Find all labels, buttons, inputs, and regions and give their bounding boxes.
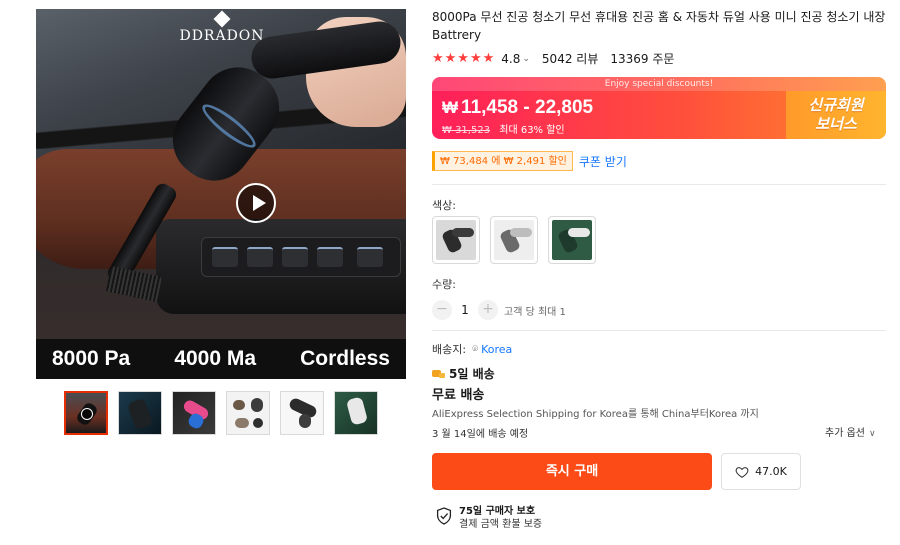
product-title: 8000Pa 무선 진공 청소기 무선 휴대용 진공 홈 & 자동차 듀얼 사용… [432,10,886,42]
discount-caption: Enjoy special discounts! [432,77,886,91]
main-product-image[interactable]: DDRADON 8000 Pa 4000 Ma Cordless [36,9,406,379]
play-video-button[interactable] [236,183,276,223]
review-count[interactable]: 5042 리뷰 [542,50,598,67]
currency-symbol: ₩ [442,98,459,117]
quantity-decrease-button[interactable]: − [432,300,452,320]
buyer-protection: 75일 구매자 보호 결제 금액 환불 보증 [436,505,542,531]
price-range: ₩11,458 - 22,805 [442,97,594,118]
location-pin-icon: ⌾ [472,343,479,355]
protection-subtitle: 결제 금액 환불 보증 [459,519,543,530]
quantity-stepper: − 1 + 고객 당 최대 1 [432,300,566,320]
get-coupon-link[interactable]: 쿠폰 받기 [579,153,627,170]
rating-value: 4.8 [501,51,521,66]
brand-logo-icon [213,10,231,28]
star-rating-icon: ★★★★★ [432,51,496,66]
delivery-truck-icon [432,368,446,380]
thumbnail-strip [64,391,378,435]
rating-row: ★★★★★ 4.8 ⌄ 5042 리뷰 13369 주문 [432,50,674,67]
color-label: 색상: [432,199,456,212]
chevron-down-icon: ∨ [868,429,876,439]
chevron-down-icon[interactable]: ⌄ [522,54,530,64]
thumbnail-dark-vacuum[interactable] [118,391,162,435]
color-option-dark-grey[interactable] [432,216,480,264]
wishlist-button[interactable]: 47.0K [721,453,801,490]
original-price: ₩ 31,523 [442,125,491,136]
ship-to: 배송지: ⌾ Korea [432,341,512,357]
color-option-green[interactable] [548,216,596,264]
delivery-date: 3 월 14일에 배송 예정 [432,429,529,440]
brush-attachment [105,265,163,303]
ship-to-country[interactable]: Korea [481,343,512,356]
spec-suction: 8000 Pa [52,347,131,370]
brand-logo: DDRADON [174,10,270,44]
spec-cordless: Cordless [300,347,390,370]
thumbnail-pink-vacuum[interactable] [172,391,216,435]
wishlist-count: 47.0K [755,465,787,478]
original-price-row: ₩ 31,523 최대 63% 할인 [442,121,565,136]
spec-battery: 4000 Ma [174,347,257,370]
delivery-time: 5일 배송 [432,365,495,382]
quantity-label: 수량: [432,278,456,291]
order-count: 13369 주문 [610,52,675,66]
price-banner: Enjoy special discounts! ₩11,458 - 22,80… [432,77,886,139]
ship-to-label: 배송지: [432,343,467,356]
divider [432,330,886,331]
shield-check-icon [436,507,452,525]
color-swatches [432,216,596,264]
window-switches [201,237,401,277]
coupon-badge: ₩ 73,484 에 ₩ 2,491 할인 [432,151,573,171]
shipping-description: AliExpress Selection Shipping for Korea를… [432,409,759,420]
thumbnail-white-vacuum[interactable] [280,391,324,435]
thumbnail-play-icon [81,408,93,420]
discount-percent: 최대 63% 할인 [499,125,565,136]
thumbnail-video[interactable] [64,391,108,435]
quantity-value[interactable]: 1 [452,303,478,317]
free-shipping: 무료 배송 [432,388,485,403]
buy-now-button[interactable]: 즉시 구매 [432,453,712,490]
color-option-white-grey[interactable] [490,216,538,264]
heart-icon [735,466,749,478]
quantity-limit: 고객 당 최대 1 [504,306,566,318]
thumbnail-green-vacuum[interactable] [334,391,378,435]
protection-title: 75일 구매자 보호 [459,506,536,517]
spec-bar: 8000 Pa 4000 Ma Cordless [36,339,406,379]
divider [432,184,886,185]
quantity-increase-button[interactable]: + [478,300,498,320]
thumbnail-accessories[interactable] [226,391,270,435]
more-shipping-options[interactable]: 추가 옵션 ∨ [825,424,876,439]
new-user-bonus-badge[interactable]: 신규회원 보너스 [786,91,886,139]
coupon-row: ₩ 73,484 에 ₩ 2,491 할인 쿠폰 받기 [432,151,627,171]
